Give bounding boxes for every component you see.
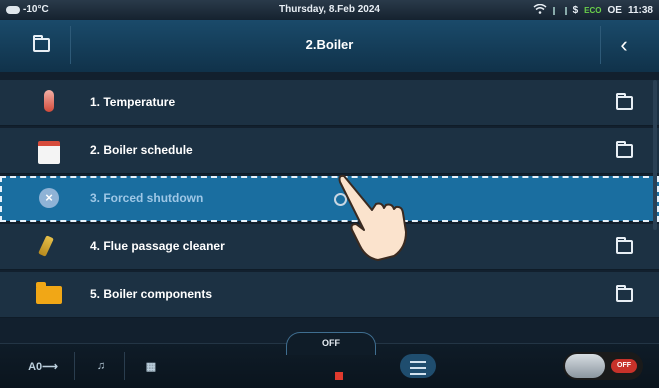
bell-button[interactable]: ♫ bbox=[86, 352, 116, 380]
bell-icon: ♫ bbox=[96, 360, 106, 372]
mode-label: OE bbox=[607, 5, 622, 16]
header: 2.Boiler ‹ bbox=[0, 20, 659, 72]
toggle-knob bbox=[565, 354, 605, 378]
signal-icon bbox=[552, 6, 567, 15]
menu-item-label: 3. Forced shutdown bbox=[90, 191, 204, 205]
menu-line bbox=[410, 361, 426, 363]
menu-item-label: 4. Flue passage cleaner bbox=[90, 239, 225, 253]
back-button[interactable]: ‹ bbox=[600, 26, 647, 64]
menu-item-forced-shutdown[interactable]: × 3. Forced shutdown bbox=[0, 176, 659, 222]
status-indicator bbox=[335, 372, 343, 380]
chevron-left-icon: ‹ bbox=[620, 32, 628, 57]
power-toggle[interactable]: OFF bbox=[563, 352, 643, 380]
status-bar: -10°C Thursday, 8.Feb 2024 $ ECO OE 11:3… bbox=[0, 0, 659, 20]
clock-time: 11:38 bbox=[627, 5, 653, 16]
folder-icon bbox=[616, 237, 633, 254]
menu-line bbox=[410, 373, 426, 375]
menu-item-boiler-schedule[interactable]: 2. Boiler schedule bbox=[0, 128, 659, 174]
folder-icon bbox=[616, 141, 633, 158]
pointing-hand-icon bbox=[338, 174, 407, 261]
broom-icon bbox=[36, 233, 62, 259]
grid-icon: ▦ bbox=[145, 360, 157, 373]
menu-item-boiler-components[interactable]: 5. Boiler components bbox=[0, 272, 659, 318]
main-menu-button[interactable] bbox=[400, 354, 436, 378]
page-title: 2.Boiler bbox=[305, 37, 354, 52]
menu-item-label: 2. Boiler schedule bbox=[90, 143, 193, 157]
auto-mode-icon: A0⟶ bbox=[28, 360, 58, 373]
bottom-bar: A0⟶ ♫ ▦ OFF OFF bbox=[0, 332, 659, 388]
thermometer-icon bbox=[36, 89, 62, 115]
divider bbox=[74, 352, 75, 380]
stop-icon: × bbox=[36, 185, 62, 211]
eco-label: ECO bbox=[584, 6, 602, 15]
grid-button[interactable]: ▦ bbox=[136, 352, 166, 380]
folder-icon bbox=[616, 93, 633, 110]
list-scrollbar[interactable] bbox=[653, 80, 657, 230]
folder-yellow-icon bbox=[36, 281, 62, 307]
menu-item-label: 5. Boiler components bbox=[90, 287, 213, 301]
menu-line bbox=[410, 367, 426, 369]
status-right: $ ECO OE 11:38 bbox=[533, 3, 653, 17]
menu-item-label: 1. Temperature bbox=[90, 95, 176, 109]
menu-item-flue-passage-cleaner[interactable]: 4. Flue passage cleaner bbox=[0, 224, 659, 270]
wifi-icon bbox=[533, 3, 547, 17]
money-icon: $ bbox=[572, 5, 579, 16]
auto-mode-button[interactable]: A0⟶ bbox=[18, 352, 68, 380]
calendar-icon bbox=[36, 137, 62, 164]
off-status-tab[interactable]: OFF bbox=[286, 332, 376, 355]
divider bbox=[124, 352, 125, 380]
menu-list: 1. Temperature 2. Boiler schedule × 3. F… bbox=[0, 80, 659, 320]
folder-icon bbox=[616, 285, 633, 302]
toggle-state-label: OFF bbox=[611, 359, 637, 373]
menu-item-temperature[interactable]: 1. Temperature bbox=[0, 80, 659, 126]
boiler-menu-screen: -10°C Thursday, 8.Feb 2024 $ ECO OE 11:3… bbox=[0, 0, 659, 388]
